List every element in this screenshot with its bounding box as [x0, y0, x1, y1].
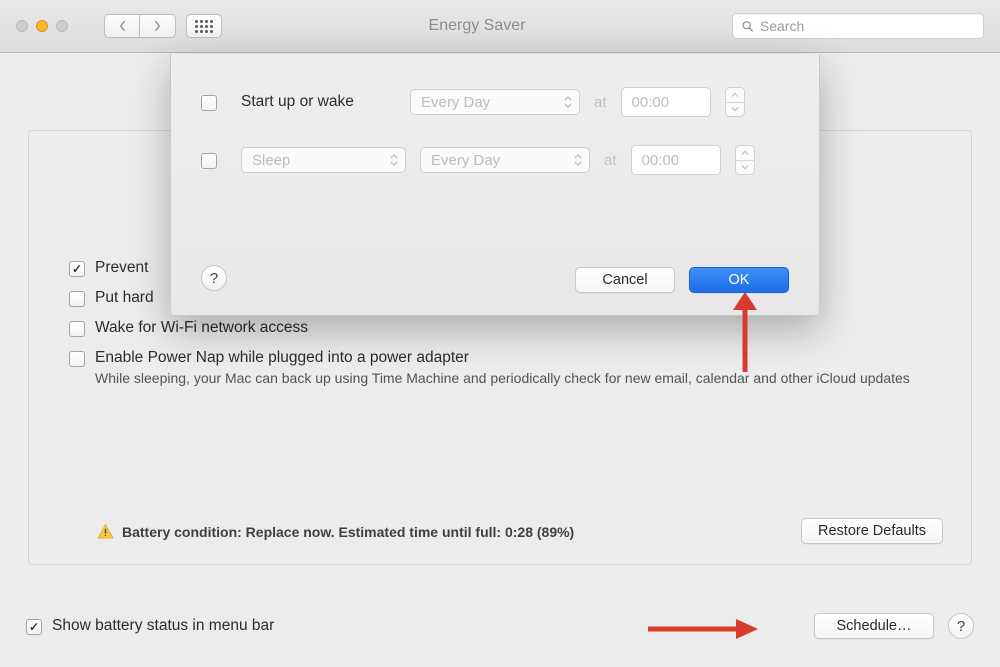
show-all-button[interactable]	[186, 14, 222, 38]
show-battery-status-checkbox[interactable]	[26, 619, 42, 635]
sheet-help-button[interactable]: ?	[201, 265, 227, 291]
startup-wake-checkbox[interactable]	[201, 95, 217, 111]
cancel-button[interactable]: Cancel	[575, 267, 675, 293]
help-button[interactable]: ?	[948, 613, 974, 639]
schedule-sheet: Start up or wake Every Day at 00:00 Slee…	[170, 54, 820, 316]
toolbar: Energy Saver	[0, 0, 1000, 53]
power-nap-checkbox[interactable]	[69, 351, 85, 367]
power-nap-label: Enable Power Nap while plugged into a po…	[95, 349, 469, 367]
chevron-updown-icon	[389, 153, 399, 167]
hdd-sleep-checkbox[interactable]	[69, 291, 85, 307]
show-battery-status-label: Show battery status in menu bar	[52, 617, 274, 635]
zoom-window-button[interactable]	[56, 20, 68, 32]
stepper-up-icon[interactable]	[736, 146, 754, 161]
nav-back-forward	[104, 14, 176, 38]
prevent-sleep-label: Prevent	[95, 259, 148, 277]
startup-time-stepper[interactable]	[725, 87, 745, 117]
hdd-sleep-label: Put hard	[95, 289, 154, 307]
chevron-updown-icon	[573, 153, 583, 167]
stepper-down-icon[interactable]	[726, 103, 744, 117]
window-title: Energy Saver	[232, 17, 722, 35]
at-label-2: at	[604, 152, 617, 169]
sleep-action-select[interactable]: Sleep	[241, 147, 406, 173]
footer-row: Show battery status in menu bar Schedule…	[26, 613, 974, 639]
sleep-time-input[interactable]: 00:00	[631, 145, 721, 175]
restore-defaults-button[interactable]: Restore Defaults	[801, 518, 943, 544]
back-button[interactable]	[104, 14, 140, 38]
startup-time-input[interactable]: 00:00	[621, 87, 711, 117]
at-label-1: at	[594, 94, 607, 111]
minimize-window-button[interactable]	[36, 20, 48, 32]
wake-wifi-checkbox[interactable]	[69, 321, 85, 337]
schedule-button[interactable]: Schedule…	[814, 613, 934, 639]
startup-frequency-select[interactable]: Every Day	[410, 89, 580, 115]
traffic-lights	[16, 20, 68, 32]
chevron-updown-icon	[563, 95, 573, 109]
battery-status: Battery condition: Replace now. Estimate…	[97, 523, 574, 540]
stepper-up-icon[interactable]	[726, 88, 744, 103]
search-field[interactable]	[732, 13, 984, 39]
prevent-sleep-checkbox[interactable]	[69, 261, 85, 277]
ok-button[interactable]: OK	[689, 267, 789, 293]
close-window-button[interactable]	[16, 20, 28, 32]
sleep-time-stepper[interactable]	[735, 145, 755, 175]
forward-button[interactable]	[140, 14, 176, 38]
warning-icon	[97, 523, 114, 540]
sleep-frequency-select[interactable]: Every Day	[420, 147, 590, 173]
startup-wake-label: Start up or wake	[241, 93, 396, 111]
stepper-down-icon[interactable]	[736, 161, 754, 175]
wake-wifi-label: Wake for Wi-Fi network access	[95, 319, 308, 337]
sleep-checkbox[interactable]	[201, 153, 217, 169]
search-input[interactable]	[760, 18, 975, 34]
search-icon	[741, 19, 754, 33]
power-nap-description: While sleeping, your Mac can back up usi…	[95, 369, 911, 388]
battery-status-text: Battery condition: Replace now. Estimate…	[122, 524, 574, 540]
